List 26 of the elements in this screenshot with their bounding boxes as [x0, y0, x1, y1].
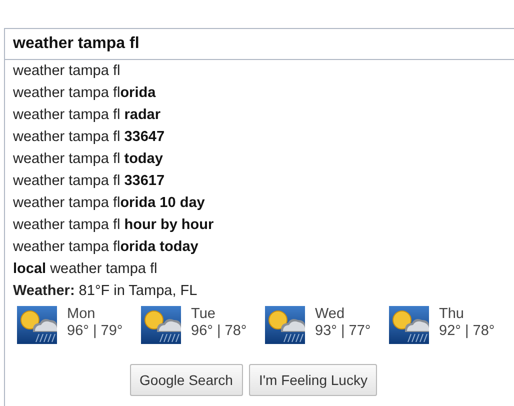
suggestion-item[interactable]: weather tampa florida today — [13, 236, 514, 258]
forecast-day: Mon — [67, 306, 123, 323]
suggestion-item[interactable]: weather tampa fl 33647 — [13, 126, 514, 148]
suggestion-item[interactable]: weather tampa fl today — [13, 148, 514, 170]
suggestion-item[interactable]: weather tampa fl hour by hour — [13, 214, 514, 236]
suggestion-item[interactable]: weather tampa fl radar — [13, 104, 514, 126]
suggestion-item[interactable]: weather tampa fl 33617 — [13, 170, 514, 192]
forecast-day: Thu — [439, 306, 495, 323]
sun-cloud-rain-icon — [265, 306, 305, 344]
search-field[interactable]: weather tampa fl — [4, 28, 514, 60]
suggestion-item[interactable]: weather tampa florida — [13, 82, 514, 104]
sun-cloud-rain-icon — [389, 306, 429, 344]
suggestion-item[interactable]: weather tampa fl — [13, 60, 514, 82]
forecast-temps: 96° | 78° — [191, 323, 247, 340]
suggestion-item[interactable]: local weather tampa fl — [13, 258, 514, 280]
forecast-day: Wed — [315, 306, 371, 323]
sun-cloud-rain-icon — [141, 306, 181, 344]
forecast-temps: 93° | 77° — [315, 323, 371, 340]
search-button[interactable]: Google Search — [130, 364, 243, 396]
search-button[interactable]: I'm Feeling Lucky — [248, 364, 378, 396]
forecast-temps: 92° | 78° — [439, 323, 495, 340]
weather-headline: Weather: 81°F in Tampa, FL — [13, 282, 198, 301]
suggestion-item[interactable]: weather tampa florida 10 day — [13, 192, 514, 214]
forecast-day: Tue — [191, 306, 247, 323]
forecast-temps: 96° | 79° — [67, 323, 123, 340]
sun-cloud-rain-icon — [17, 306, 57, 344]
